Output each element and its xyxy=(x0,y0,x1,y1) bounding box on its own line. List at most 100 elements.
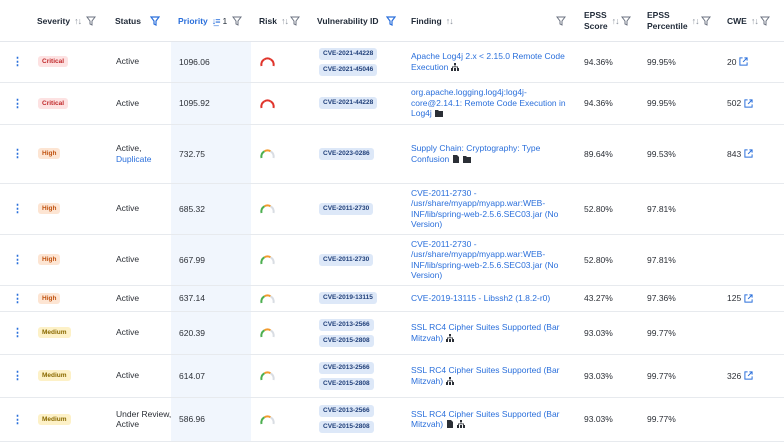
cve-tag[interactable]: CVE-2021-45046 xyxy=(319,63,378,76)
finding-text[interactable]: CVE-2011-2730 - /usr/share/myapp/myapp.w… xyxy=(411,239,558,281)
sort-icon[interactable]: ↑↓ xyxy=(74,16,82,26)
priority-value: 637.14 xyxy=(179,293,205,303)
filter-icon[interactable] xyxy=(700,16,711,26)
cve-tag[interactable]: CVE-2015-2808 xyxy=(319,334,374,347)
vulnerability-id-cell: CVE-2011-2730 xyxy=(319,234,374,285)
kebab-menu-icon[interactable]: ⋮ xyxy=(12,326,23,339)
priority-value: 667.99 xyxy=(179,254,205,265)
cve-tag[interactable]: CVE-2015-2808 xyxy=(319,377,374,390)
external-link-icon[interactable] xyxy=(739,57,749,66)
table-row[interactable]: ⋮ Medium Active 620.39 CVE-2013-2566 CVE-2015… xyxy=(0,311,784,355)
kebab-menu-icon[interactable]: ⋮ xyxy=(12,147,23,160)
finding-link[interactable]: SSL RC4 Cipher Suites Supported (Bar Mit… xyxy=(411,409,569,430)
filter-icon[interactable] xyxy=(232,16,243,26)
sort-icon[interactable]: ↑↓ xyxy=(612,16,620,26)
table-row[interactable]: ⋮ High Active 685.32 CVE-2011-2730 CVE-2011-2… xyxy=(0,183,784,235)
finding-link[interactable]: CVE-2011-2730 - /usr/share/myapp/myapp.w… xyxy=(411,239,569,281)
column-header-risk[interactable]: Risk ↑↓ xyxy=(259,0,300,41)
filter-active-icon[interactable] xyxy=(149,15,160,26)
column-header-severity[interactable]: Severity ↑↓ xyxy=(37,0,97,41)
cve-tag[interactable]: CVE-2021-44228 xyxy=(319,97,378,109)
finding-link[interactable]: org.apache.logging.log4j:log4j-core@2.14… xyxy=(411,87,569,119)
kebab-menu-icon[interactable]: ⋮ xyxy=(12,253,23,266)
finding-text[interactable]: SSL RC4 Cipher Suites Supported (Bar Mit… xyxy=(411,365,560,386)
cwe-link[interactable]: 502 xyxy=(727,98,741,108)
finding-link[interactable]: CVE-2019-13115 - Libssh2 (1.8.2-r0) xyxy=(411,293,569,304)
finding-text[interactable]: Supply Chain: Cryptography: Type Confusi… xyxy=(411,143,540,164)
package-icon xyxy=(434,110,443,118)
kebab-menu-icon[interactable]: ⋮ xyxy=(12,292,23,305)
external-link-icon[interactable] xyxy=(744,371,753,380)
finding-text[interactable]: Apache Log4j 2.x < 2.15.0 Remote Code Ex… xyxy=(411,51,565,72)
finding-text[interactable]: SSL RC4 Cipher Suites Supported (Bar Mit… xyxy=(411,322,560,343)
column-header-epss-score[interactable]: EPSS Score ↑↓ xyxy=(584,0,631,41)
hierarchy-icon xyxy=(446,333,455,342)
column-header-priority-label: Priority xyxy=(178,15,208,26)
finding-link[interactable]: SSL RC4 Cipher Suites Supported (Bar Mit… xyxy=(411,322,569,343)
cve-tag[interactable]: CVE-2015-2808 xyxy=(319,421,374,433)
sort-descending-icon[interactable]: ↓̲≡ xyxy=(212,16,221,26)
column-header-epss-percentile[interactable]: EPSS Percentile ↑↓ xyxy=(647,0,711,41)
cve-tag[interactable]: CVE-2023-0286 xyxy=(319,147,374,160)
severity-cell: Medium xyxy=(38,354,71,397)
table-row[interactable]: ⋮ Medium Active 614.07 CVE-2013-2566 CVE-2015… xyxy=(0,354,784,398)
table-row[interactable]: ⋮ High Active, Duplicate 732.75 CVE-2023-0286… xyxy=(0,124,784,184)
column-header-finding-filter[interactable] xyxy=(556,0,566,41)
cwe-link[interactable]: 326 xyxy=(727,371,741,381)
sort-icon[interactable]: ↑↓ xyxy=(446,16,454,26)
finding-text[interactable]: CVE-2011-2730 - /usr/share/myapp/myapp.w… xyxy=(411,188,558,230)
status-duplicate-link[interactable]: Duplicate xyxy=(116,154,151,164)
cwe-cell: 326 xyxy=(727,354,753,397)
table-row[interactable]: ⋮ Critical Active 1095.92 CVE-2021-44228 org.… xyxy=(0,82,784,125)
finding-link[interactable]: SSL RC4 Cipher Suites Supported (Bar Mit… xyxy=(411,365,569,386)
finding-link[interactable]: Apache Log4j 2.x < 2.15.0 Remote Code Ex… xyxy=(411,51,569,72)
finding-text[interactable]: SSL RC4 Cipher Suites Supported (Bar Mit… xyxy=(411,409,560,430)
table-row[interactable]: ⋮ Critical Active 1096.06 CVE-2021-44228 CVE-… xyxy=(0,41,784,83)
table-row[interactable]: ⋮ Medium Under Review, Active 586.96 CVE-201… xyxy=(0,397,784,442)
cwe-link[interactable]: 843 xyxy=(727,149,741,159)
table-row[interactable]: ⋮ High Active 667.99 CVE-2011-2730 CVE-2011-2… xyxy=(0,234,784,286)
column-header-priority[interactable]: Priority ↓̲≡ 1 xyxy=(178,0,243,41)
severity-badge: Critical xyxy=(38,56,69,67)
status-text: Active, Duplicate xyxy=(116,143,151,164)
cwe-link[interactable]: 125 xyxy=(727,293,741,303)
cve-tag[interactable]: CVE-2013-2566 xyxy=(319,361,374,374)
cve-tag[interactable]: CVE-2021-44228 xyxy=(319,47,378,60)
kebab-menu-icon[interactable]: ⋮ xyxy=(12,97,23,110)
filter-icon[interactable] xyxy=(556,16,566,26)
cve-tag[interactable]: CVE-2013-2566 xyxy=(319,318,374,331)
external-link-icon[interactable] xyxy=(744,149,753,158)
filter-icon[interactable] xyxy=(86,16,97,26)
kebab-menu-icon[interactable]: ⋮ xyxy=(12,55,23,68)
finding-text[interactable]: CVE-2019-13115 - Libssh2 (1.8.2-r0) xyxy=(411,293,550,303)
vulnerability-id-cell: CVE-2013-2566 CVE-2015-2808 xyxy=(319,311,374,354)
finding-link[interactable]: CVE-2011-2730 - /usr/share/myapp/myapp.w… xyxy=(411,188,569,230)
filter-icon[interactable] xyxy=(620,16,631,26)
column-header-status[interactable]: Status xyxy=(115,0,160,41)
finding-link[interactable]: Supply Chain: Cryptography: Type Confusi… xyxy=(411,143,569,164)
filter-icon[interactable] xyxy=(759,16,770,26)
filter-active-icon[interactable] xyxy=(385,15,396,26)
sort-icon[interactable]: ↑↓ xyxy=(692,16,700,26)
kebab-menu-icon[interactable]: ⋮ xyxy=(12,369,23,382)
kebab-menu-icon[interactable]: ⋮ xyxy=(12,202,23,215)
cve-tag[interactable]: CVE-2011-2730 xyxy=(319,253,374,266)
column-header-cwe[interactable]: CWE ↑↓ xyxy=(727,0,770,41)
priority-cell: 685.32 xyxy=(179,183,205,234)
column-header-finding[interactable]: Finding ↑↓ xyxy=(411,0,454,41)
sort-icon[interactable]: ↑↓ xyxy=(751,16,759,26)
column-header-vulnerability-id[interactable]: Vulnerability ID xyxy=(317,0,396,41)
table-row[interactable]: ⋮ High Active 637.14 CVE-2019-13115 CVE-2019-… xyxy=(0,285,784,312)
cve-tag[interactable]: CVE-2011-2730 xyxy=(319,202,374,215)
filter-icon[interactable] xyxy=(289,16,300,26)
external-link-icon[interactable] xyxy=(744,293,753,303)
kebab-menu-icon[interactable]: ⋮ xyxy=(12,413,23,426)
cwe-link[interactable]: 20 xyxy=(727,57,736,67)
cve-tag[interactable]: CVE-2019-13115 xyxy=(319,292,377,304)
risk-cell xyxy=(259,234,276,285)
vulnerability-id-cell: CVE-2021-44228 xyxy=(319,82,378,124)
priority-cell: 586.96 xyxy=(179,397,205,441)
sort-icon[interactable]: ↑↓ xyxy=(281,16,289,26)
external-link-icon[interactable] xyxy=(744,98,753,108)
cve-tag[interactable]: CVE-2013-2566 xyxy=(319,405,374,417)
